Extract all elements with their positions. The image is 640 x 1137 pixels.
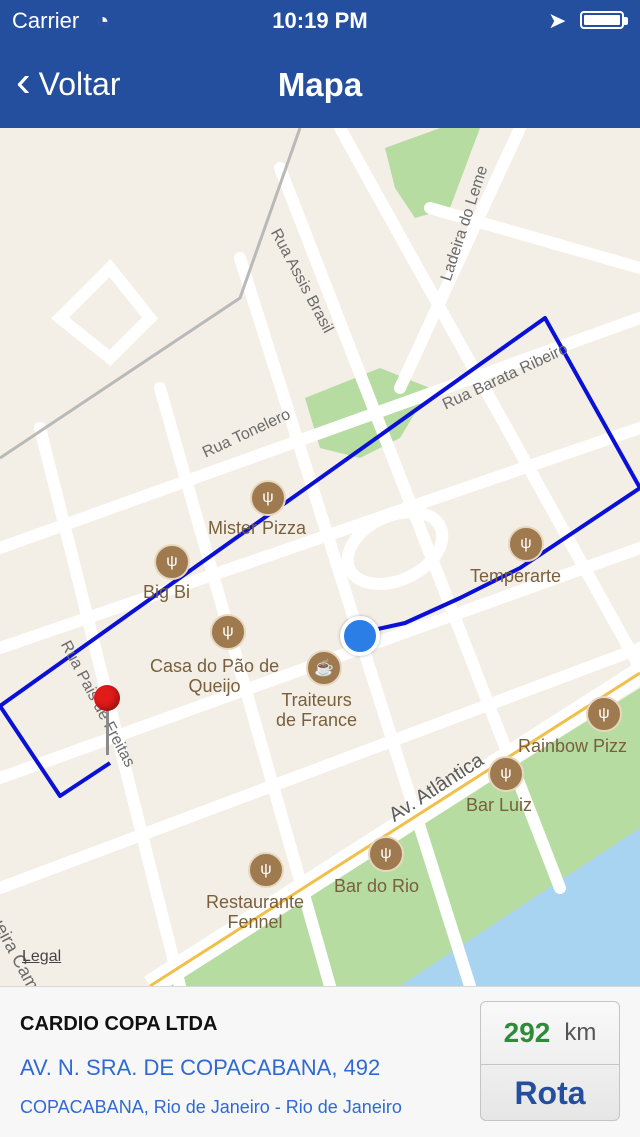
status-bar: Carrier ◔ 10:19 PM ➤	[0, 0, 640, 40]
restaurant-icon[interactable]: ψ	[154, 544, 190, 580]
status-time: 10:19 PM	[272, 8, 368, 33]
cafe-icon[interactable]: ☕	[306, 650, 342, 686]
poi-label: Bar Luiz	[466, 795, 533, 815]
distance-unit: km	[564, 1019, 597, 1046]
restaurant-icon[interactable]: ψ	[248, 852, 284, 888]
road	[51, 259, 159, 367]
destination-pin-icon[interactable]	[94, 685, 120, 711]
restaurant-icon[interactable]: ψ	[586, 696, 622, 732]
poi-label: Casa do Pão de Queijo	[150, 656, 280, 696]
pin-stick	[106, 710, 109, 755]
page-title: Mapa	[277, 66, 363, 103]
map-canvas	[0, 128, 640, 986]
restaurant-icon[interactable]: ψ	[368, 836, 404, 872]
address-text[interactable]: AV. N. SRA. DE COPACABANA, 492	[20, 1055, 380, 1081]
restaurant-icon[interactable]: ψ	[488, 756, 524, 792]
info-panel: CARDIO COPA LTDA AV. N. SRA. DE COPACABA…	[0, 986, 640, 1137]
poi-label: Temperarte	[470, 566, 562, 586]
restaurant-icon[interactable]: ψ	[250, 480, 286, 516]
poi-label: Traiteurs de France	[276, 690, 358, 730]
poi-label: Restaurante Fennel	[206, 892, 305, 932]
location-arrow-icon: ➤	[548, 8, 567, 33]
map-view[interactable]: Rua Assis Brasil Ladeira do Leme Rua Bar…	[0, 128, 640, 986]
user-location-icon	[340, 616, 380, 656]
company-name: CARDIO COPA LTDA	[20, 1013, 218, 1035]
route-button[interactable]: Rota	[481, 1065, 619, 1121]
legal-link[interactable]: Legal	[22, 948, 61, 966]
nav-bar: Carrier ◔ 10:19 PM ➤ ‹ Voltar Mapa	[0, 0, 640, 128]
distance-value: 292	[503, 1017, 551, 1048]
poi-label: Rainbow Pizz	[518, 736, 628, 756]
restaurant-icon[interactable]: ψ	[508, 526, 544, 562]
poi-label: Bar do Rio	[334, 876, 420, 896]
poi-label: Mister Pizza	[208, 518, 307, 538]
city-text[interactable]: COPACABANA, Rio de Janeiro - Rio de Jane…	[20, 1097, 402, 1118]
battery-icon	[580, 11, 628, 29]
poi-label: Big Bi	[143, 582, 191, 602]
distance-display: 292 km	[481, 1002, 619, 1065]
restaurant-icon[interactable]: ψ	[210, 614, 246, 650]
road	[0, 422, 640, 654]
route-box: 292 km Rota	[480, 1001, 620, 1121]
